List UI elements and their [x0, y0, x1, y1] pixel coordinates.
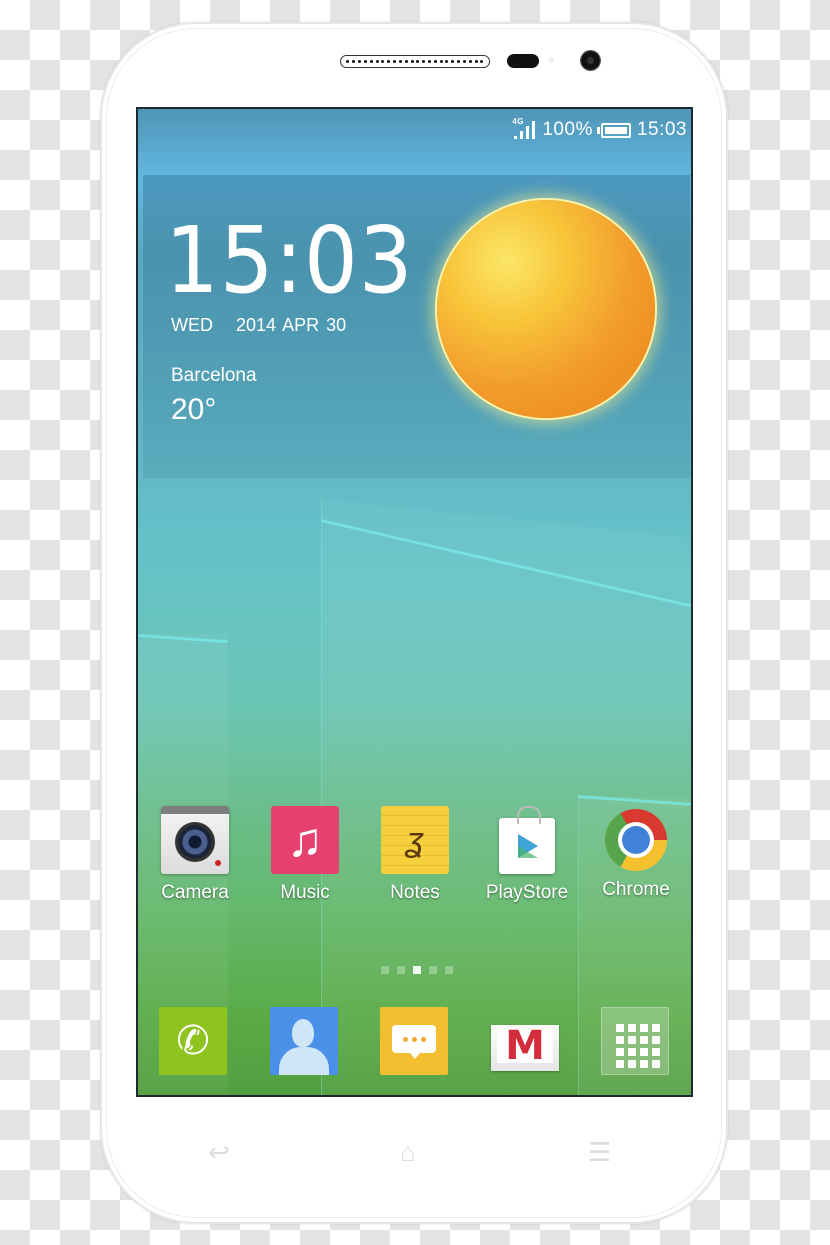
- app-drawer-icon[interactable]: [601, 1007, 669, 1075]
- camera-icon: [161, 806, 229, 874]
- battery-full-icon: [596, 122, 631, 138]
- gmail-icon: M: [491, 1025, 559, 1071]
- status-time: 15:03: [636, 119, 687, 140]
- app-label: PlayStore: [485, 882, 569, 903]
- dock-gmail[interactable]: M: [491, 1007, 559, 1075]
- widget-clock[interactable]: 15:03: [165, 215, 414, 307]
- app-chrome[interactable]: Chrome: [581, 806, 691, 901]
- page-dot[interactable]: [396, 966, 405, 974]
- dock-phone[interactable]: ✆: [159, 1007, 227, 1075]
- dock: ✆ M: [138, 1007, 691, 1077]
- earpiece-speaker: [340, 55, 490, 68]
- date-text: 2014 APR 30: [236, 315, 347, 335]
- page-indicator[interactable]: [138, 966, 691, 974]
- dock-messages[interactable]: [380, 1007, 448, 1075]
- page-dot[interactable]: [380, 966, 389, 974]
- home-screen: 4G 100% 15:03 15:03 WED 2014 APR 30 Barc…: [136, 107, 693, 1097]
- notes-icon: ʓ: [381, 806, 449, 874]
- app-label: Notes: [390, 882, 440, 903]
- weather-city: Barcelona: [171, 365, 257, 386]
- back-key-icon[interactable]: ↩: [208, 1137, 230, 1167]
- home-key-icon[interactable]: ⌂: [400, 1137, 416, 1167]
- messages-icon: [392, 1025, 436, 1059]
- sun-icon[interactable]: [437, 200, 655, 418]
- page-dot-active[interactable]: [412, 966, 421, 974]
- front-camera: [581, 51, 600, 70]
- signal-bars-icon: 4G: [512, 117, 538, 141]
- app-notes[interactable]: ʓ Notes: [360, 806, 470, 904]
- app-label: Chrome: [602, 879, 670, 900]
- notification-led: [548, 57, 554, 63]
- battery-percent: 100%: [542, 119, 593, 140]
- chrome-icon: [605, 809, 667, 871]
- dock-contacts[interactable]: [270, 1007, 338, 1075]
- app-camera[interactable]: Camera: [140, 806, 250, 904]
- app-row: Camera ♫ Music ʓ Notes PlayStore Chrome: [138, 806, 691, 916]
- page-dot[interactable]: [428, 966, 437, 974]
- page-dot[interactable]: [444, 966, 453, 974]
- day-of-week: WED: [171, 315, 213, 335]
- app-label: Camera: [161, 882, 229, 903]
- play-store-icon: [499, 806, 555, 874]
- hardware-nav-keys: ↩ ⌂ ☰: [0, 1137, 830, 1167]
- network-type: 4G: [512, 117, 525, 126]
- status-bar: 4G 100% 15:03: [512, 117, 687, 143]
- menu-key-icon[interactable]: ☰: [588, 1137, 611, 1167]
- phone-icon: ✆: [176, 1019, 210, 1063]
- app-label: Music: [280, 882, 330, 903]
- music-note-icon: ♫: [271, 806, 339, 874]
- weather-temperature: 20°: [171, 393, 217, 426]
- app-playstore[interactable]: PlayStore: [472, 806, 582, 904]
- proximity-sensor: [507, 54, 539, 68]
- clock-weather-widget[interactable]: 15:03 WED 2014 APR 30 Barcelona 20°: [143, 175, 690, 478]
- widget-date: WED 2014 APR 30: [171, 315, 346, 336]
- app-music[interactable]: ♫ Music: [250, 806, 360, 904]
